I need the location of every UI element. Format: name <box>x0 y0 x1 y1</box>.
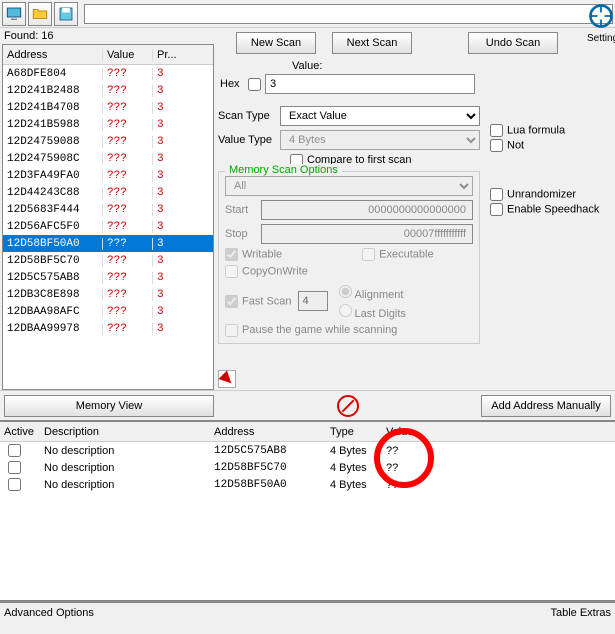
progress-bar <box>84 4 613 24</box>
new-scan-button[interactable]: New Scan <box>236 32 316 54</box>
copyonwrite-label: CopyOnWrite <box>225 265 308 278</box>
address-list[interactable]: Active Description Address Type Value No… <box>0 420 615 602</box>
value-type-label: Value Type <box>218 134 280 146</box>
hex-label: Hex <box>220 78 248 90</box>
speedhack-checkbox[interactable] <box>490 203 503 216</box>
col-header-value[interactable]: Value <box>103 49 153 61</box>
result-row[interactable]: 12D241B4708???3 <box>3 99 213 116</box>
add-address-manually-button[interactable]: Add Address Manually <box>481 395 611 417</box>
writable-checkbox <box>225 248 238 261</box>
not-checkbox[interactable] <box>490 139 503 152</box>
speedhack-label[interactable]: Enable Speedhack <box>490 203 599 216</box>
result-row[interactable]: 12D5683F444???3 <box>3 201 213 218</box>
result-row[interactable]: 12D58BF5C70???3 <box>3 252 213 269</box>
col-header-previous[interactable]: Pr... <box>153 49 203 61</box>
computer-icon[interactable] <box>2 2 26 26</box>
memory-view-button[interactable]: Memory View <box>4 395 214 417</box>
executable-label: Executable <box>362 248 433 261</box>
lua-formula-checkbox[interactable] <box>490 124 503 137</box>
copyonwrite-checkbox <box>225 265 238 278</box>
addr-col-type[interactable]: Type <box>326 426 382 438</box>
stop-label: Stop <box>225 228 261 240</box>
pause-game-checkbox <box>225 324 238 337</box>
col-header-address[interactable]: Address <box>3 49 103 61</box>
fast-scan-value <box>298 291 328 311</box>
not-label[interactable]: Not <box>490 139 565 152</box>
save-icon[interactable] <box>54 2 78 26</box>
hex-checkbox[interactable] <box>248 78 261 91</box>
stop-input <box>261 224 473 244</box>
mso-title: Memory Scan Options <box>225 164 342 176</box>
addr-col-address[interactable]: Address <box>210 426 326 438</box>
table-extras-button[interactable]: Table Extras <box>550 607 615 619</box>
result-row[interactable]: 12DB3C8E898???3 <box>3 286 213 303</box>
found-count: Found: 16 <box>0 28 216 44</box>
result-row[interactable]: 12D241B2488???3 <box>3 82 213 99</box>
result-row[interactable]: 12D56AFC5F0???3 <box>3 218 213 235</box>
memory-scan-options-group: Memory Scan Options All Start Stop Writa… <box>218 171 480 344</box>
alignment-radio <box>339 285 352 298</box>
addr-col-active[interactable]: Active <box>0 426 40 438</box>
pause-game-label: Pause the game while scanning <box>225 324 397 336</box>
result-row[interactable]: 12D3FA49FA0???3 <box>3 167 213 184</box>
alignment-label: Alignment <box>334 282 406 301</box>
scan-results-table[interactable]: Address Value Pr... A68DFE804???312D241B… <box>2 44 214 390</box>
result-row[interactable]: 12D24759088???3 <box>3 133 213 150</box>
fast-scan-checkbox <box>225 295 238 308</box>
lua-formula-label[interactable]: Lua formula <box>490 124 565 137</box>
unrandomizer-label[interactable]: Unrandomizer <box>490 188 599 201</box>
fast-scan-label: Fast Scan <box>225 295 292 308</box>
folder-icon[interactable] <box>28 2 52 26</box>
scan-type-select[interactable]: Exact Value <box>280 106 480 126</box>
writable-label: Writable <box>225 248 282 261</box>
addr-col-value[interactable]: Value <box>382 426 442 438</box>
result-row[interactable]: 12DBAA98AFC???3 <box>3 303 213 320</box>
result-row[interactable]: 12D58BF50A0???3 <box>3 235 213 252</box>
start-label: Start <box>225 204 261 216</box>
address-row[interactable]: No description12D58BF5C704 Bytes?? <box>0 459 615 476</box>
last-digits-radio <box>339 304 352 317</box>
undo-scan-button[interactable]: Undo Scan <box>468 32 558 54</box>
result-row[interactable]: 12DBAA99978???3 <box>3 320 213 337</box>
clear-list-icon[interactable] <box>337 395 359 417</box>
start-input <box>261 200 473 220</box>
active-checkbox[interactable] <box>8 478 21 491</box>
active-checkbox[interactable] <box>8 444 21 457</box>
address-row[interactable]: No description12D58BF50A04 Bytes?? <box>0 476 615 493</box>
result-row[interactable]: 12D5C575AB8???3 <box>3 269 213 286</box>
add-to-list-arrow-icon[interactable] <box>218 370 236 388</box>
last-digits-label: Last Digits <box>334 301 406 320</box>
result-row[interactable]: 12D2475908C???3 <box>3 150 213 167</box>
addr-col-description[interactable]: Description <box>40 426 210 438</box>
value-label: Value: <box>292 60 613 72</box>
address-row[interactable]: No description12D5C575AB84 Bytes?? <box>0 442 615 459</box>
executable-checkbox <box>362 248 375 261</box>
active-checkbox[interactable] <box>8 461 21 474</box>
result-row[interactable]: 12D44243C88???3 <box>3 184 213 201</box>
value-input[interactable] <box>265 74 475 94</box>
result-row[interactable]: 12D241B5988???3 <box>3 116 213 133</box>
next-scan-button[interactable]: Next Scan <box>332 32 412 54</box>
unrandomizer-checkbox[interactable] <box>490 188 503 201</box>
advanced-options-button[interactable]: Advanced Options <box>0 607 94 619</box>
value-type-select: 4 Bytes <box>280 130 480 150</box>
result-row[interactable]: A68DFE804???3 <box>3 65 213 82</box>
mso-range-select: All <box>225 176 473 196</box>
scan-type-label: Scan Type <box>218 110 280 122</box>
